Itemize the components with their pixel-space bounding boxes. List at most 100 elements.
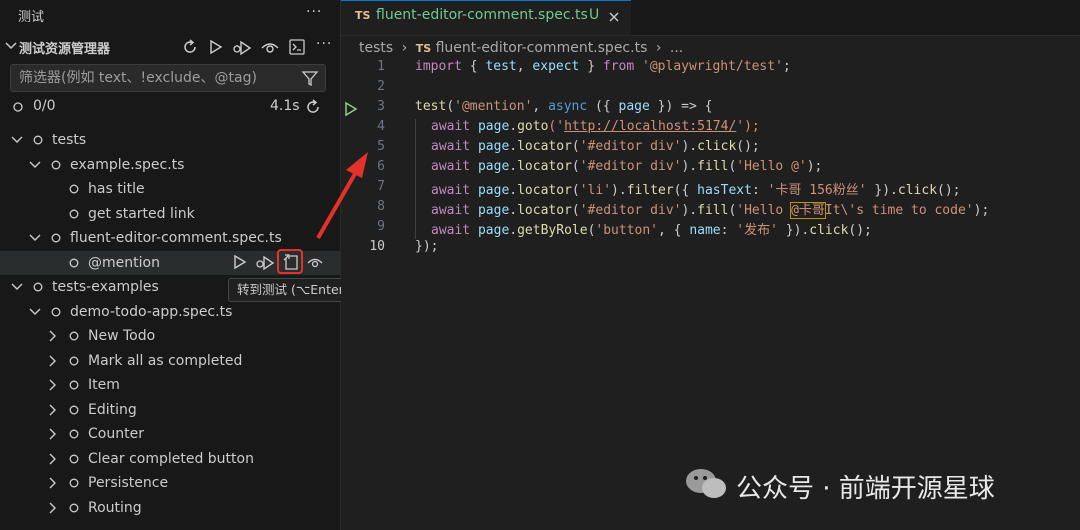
status-circle-icon [68,404,80,416]
status-circle-icon [68,428,80,440]
breadcrumb-file[interactable]: fluent-editor-comment.spec.ts [436,40,648,56]
watch-test-icon[interactable] [306,253,324,275]
editor-area: TS fluent-editor-comment.spec.ts U tests… [341,0,1080,530]
code-line-8: await page.locator('#editor div').fill('… [431,202,990,219]
line-number: 1 [377,59,385,74]
tab-filename: fluent-editor-comment.spec.ts [376,7,588,23]
chevron-right-icon[interactable] [46,329,60,343]
tree-item-label: @mention [88,254,160,271]
result-status-icon [12,101,24,117]
status-circle-icon [68,355,80,367]
line-number: 10 [369,239,385,254]
tree-item-label: Routing [88,499,142,516]
chevron-right-icon[interactable] [46,354,60,368]
filter-input[interactable] [19,65,289,91]
chevron-down-icon[interactable] [28,231,42,245]
status-circle-icon [50,159,62,171]
tree-item[interactable]: fluent-editor-comment.spec.ts [0,226,340,250]
debug-test-icon[interactable] [255,252,275,276]
watermark: 公众号 · 前端开源星球 [684,466,995,506]
tree-item-label: Item [88,377,120,393]
tree-item[interactable]: Counter [0,422,340,446]
chevron-right-icon[interactable] [46,378,60,392]
tree-item[interactable]: example.spec.ts [0,153,340,177]
more-actions-button[interactable]: ··· [306,4,322,20]
status-circle-icon [68,477,80,489]
line-number: 7 [377,179,385,194]
tab-bar: TS fluent-editor-comment.spec.ts U [341,0,1080,36]
tree-item-label: get started link [88,205,195,222]
terminal-icon[interactable] [288,38,306,56]
rerun-icon[interactable] [304,98,322,120]
ts-file-icon: TS [415,42,432,55]
line-number: 2 [377,79,385,94]
breadcrumb-folder[interactable]: tests [359,40,393,56]
line-number: 4 [377,119,385,134]
tree-item[interactable]: tests [0,128,340,152]
status-circle-icon [68,379,80,391]
run-test-icon[interactable] [232,253,248,275]
line-number: 5 [377,139,385,154]
line-number: 8 [377,199,385,214]
chevron-right-icon[interactable] [46,476,60,490]
tree-item[interactable]: get started link [0,202,340,226]
tree-item[interactable]: has title [0,177,340,201]
tree-item[interactable]: Mark all as completed [0,349,340,373]
chevron-down-icon[interactable] [28,158,42,172]
code-line-7: await page.locator('li').filter({ hasTex… [431,183,961,198]
results-count: 0/0 [33,98,56,114]
chevron-right-icon[interactable] [46,452,60,466]
tree-item[interactable]: demo-todo-app.spec.ts [0,300,340,324]
status-circle-icon [68,502,80,514]
status-circle-icon [50,306,62,318]
tree-item[interactable]: Routing [0,496,340,520]
tree-item[interactable]: Item [0,373,340,397]
explorer-more-button[interactable]: ··· [316,36,332,52]
refresh-icon[interactable] [181,38,199,56]
tree-item[interactable]: Persistence [0,471,340,495]
status-circle-icon [50,232,62,244]
chevron-down-icon[interactable] [10,133,24,147]
code-line-4: await page.goto('http://localhost:5174/'… [431,119,760,134]
tree-item-label: Mark all as completed [88,352,243,369]
chevron-down-icon[interactable] [28,305,42,319]
explorer-title: 测试资源管理器 [19,42,111,57]
tree-item-label: Clear completed button [88,450,254,467]
tree-item-label: demo-todo-app.spec.ts [70,303,233,320]
chevron-right-icon[interactable] [46,427,60,441]
tree-item[interactable]: Editing [0,398,340,422]
tree-item-label: tests-examples [52,279,159,295]
go-to-test-tooltip: 转到测试 (⌥Enter) [228,278,358,302]
go-to-file-icon [282,253,300,275]
run-all-icon[interactable] [207,38,225,56]
ts-file-icon: TS [355,9,371,22]
line-number: 6 [377,159,385,174]
chevron-down-icon[interactable] [10,280,24,294]
chevron-right-icon: › [655,40,662,56]
status-circle-icon [32,281,44,293]
chevron-down-icon[interactable] [4,38,18,54]
debug-all-icon[interactable] [232,37,252,57]
chevron-right-icon[interactable] [46,403,60,417]
status-circle-icon [68,257,80,269]
filter-box [10,64,326,92]
indent-guide [415,119,416,239]
tree-item-label: fluent-editor-comment.spec.ts [70,230,282,246]
tree-item[interactable]: New Todo [0,324,340,348]
tab-active-file[interactable]: TS fluent-editor-comment.spec.ts U [341,0,631,35]
code-line-1: import { test, expect } from '@playwrigh… [415,59,791,74]
filter-icon[interactable] [301,69,319,91]
code-line-9: await page.getByRole('button', { name: '… [431,223,872,238]
tree-item-label: New Todo [88,328,156,344]
tree-item-label: example.spec.ts [70,156,185,173]
eye-icon[interactable] [260,38,280,56]
close-icon[interactable] [607,10,621,28]
tree-item-label: Counter [88,426,144,442]
status-circle-icon [68,330,80,342]
tree-item[interactable]: Clear completed button [0,447,340,471]
breadcrumb-symbol[interactable]: ... [670,40,683,56]
go-to-test-button[interactable] [277,249,303,274]
tree-item-label: Editing [88,401,137,418]
line-number: 9 [377,219,385,234]
chevron-right-icon[interactable] [46,501,60,515]
